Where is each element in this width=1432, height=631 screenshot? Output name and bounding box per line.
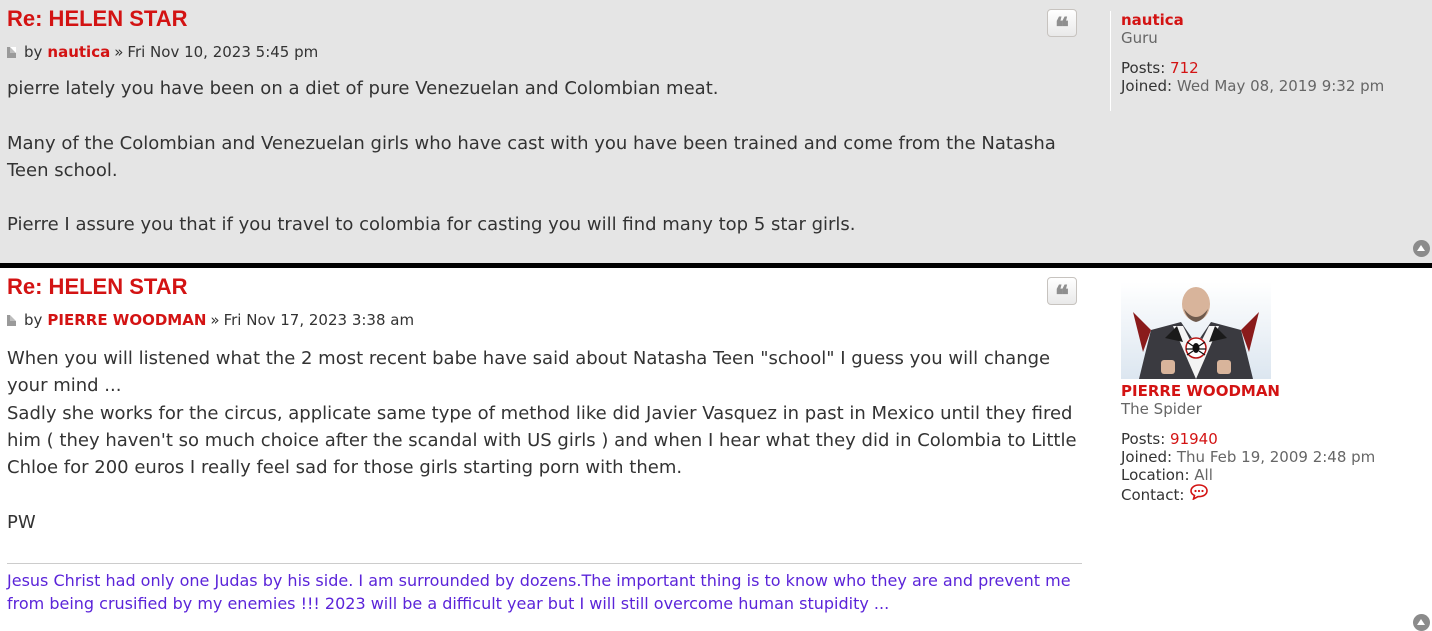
content-paragraph: When you will listened what the 2 most r… bbox=[7, 348, 1051, 397]
post-1: Re: HELEN STAR by nautica» Fri Nov 10, 202… bbox=[0, 0, 1432, 263]
speech-bubble-icon[interactable] bbox=[1190, 484, 1209, 504]
profile-rank: The Spider bbox=[1121, 400, 1202, 418]
post-title[interactable]: Re: HELEN STAR bbox=[7, 274, 188, 300]
joined-label: Joined: bbox=[1121, 448, 1173, 466]
profile-location: Location: All bbox=[1121, 466, 1431, 484]
post-content: When you will listened what the 2 most r… bbox=[7, 345, 1082, 536]
back-to-top-icon[interactable] bbox=[1413, 614, 1430, 631]
content-paragraph: Sadly she works for the circus, applicat… bbox=[7, 402, 1077, 479]
joined-date: Wed May 08, 2019 9:32 pm bbox=[1176, 77, 1385, 95]
post-meta: by PIERRE WOODMAN» Fri Nov 17, 2023 3:38 a… bbox=[7, 311, 414, 329]
posts-count-link[interactable]: 712 bbox=[1170, 59, 1199, 77]
post-title[interactable]: Re: HELEN STAR bbox=[7, 6, 188, 32]
post-author-link[interactable]: nautica bbox=[47, 43, 110, 61]
post-date: Fri Nov 10, 2023 5:45 pm bbox=[127, 43, 319, 61]
posts-label: Posts: bbox=[1121, 430, 1166, 448]
contact-label: Contact: bbox=[1121, 486, 1185, 504]
posts-label: Posts: bbox=[1121, 59, 1166, 77]
separator: » bbox=[210, 311, 220, 329]
profile-joined: Joined: Wed May 08, 2019 9:32 pm bbox=[1121, 77, 1431, 95]
profile-contact: Contact: bbox=[1121, 484, 1431, 504]
by-label: by bbox=[24, 311, 43, 329]
post-icon[interactable] bbox=[7, 47, 16, 58]
profile-rank: Guru bbox=[1121, 29, 1158, 47]
post-meta: by nautica» Fri Nov 10, 2023 5:45 pm bbox=[7, 43, 318, 61]
back-to-top-icon[interactable] bbox=[1413, 240, 1430, 257]
post-author-link[interactable]: PIERRE WOODMAN bbox=[47, 311, 206, 329]
quote-button[interactable]: ❝ bbox=[1047, 9, 1077, 43]
content-paragraph: PW bbox=[7, 511, 36, 533]
quote-button[interactable]: ❝ bbox=[1047, 277, 1077, 311]
profile-posts: Posts: 712 bbox=[1121, 59, 1431, 77]
content-paragraph: Pierre I assure you that if you travel t… bbox=[7, 214, 856, 236]
post-2: Re: HELEN STAR by PIERRE WOODMAN» Fri Nov … bbox=[0, 268, 1432, 631]
profile-posts: Posts: 91940 bbox=[1121, 430, 1431, 448]
user-signature: Jesus Christ had only one Judas by his s… bbox=[7, 563, 1082, 615]
profile-username[interactable]: PIERRE WOODMAN bbox=[1121, 382, 1431, 400]
posts-count-link[interactable]: 91940 bbox=[1170, 430, 1218, 448]
profile-joined: Joined: Thu Feb 19, 2009 2:48 pm bbox=[1121, 448, 1431, 466]
avatar[interactable] bbox=[1121, 282, 1271, 379]
content-paragraph: pierre lately you have been on a diet of… bbox=[7, 78, 719, 99]
joined-date: Thu Feb 19, 2009 2:48 pm bbox=[1176, 448, 1376, 466]
profile-username[interactable]: nautica bbox=[1121, 11, 1431, 29]
post-date: Fri Nov 17, 2023 3:38 am bbox=[223, 311, 415, 329]
separator: » bbox=[114, 43, 124, 61]
post-icon[interactable] bbox=[7, 315, 16, 326]
joined-label: Joined: bbox=[1121, 77, 1173, 95]
by-label: by bbox=[24, 43, 43, 61]
post-profile: nautica Guru Posts: 712 Joined: Wed May … bbox=[1110, 11, 1431, 111]
location-value: All bbox=[1194, 466, 1213, 484]
avatar-image bbox=[1121, 282, 1271, 379]
post-content: pierre lately you have been on a diet of… bbox=[7, 75, 1082, 239]
content-paragraph: Many of the Colombian and Venezuelan gir… bbox=[7, 132, 1056, 181]
location-label: Location: bbox=[1121, 466, 1190, 484]
post-profile: PIERRE WOODMAN The Spider Posts: 91940 J… bbox=[1110, 282, 1431, 504]
